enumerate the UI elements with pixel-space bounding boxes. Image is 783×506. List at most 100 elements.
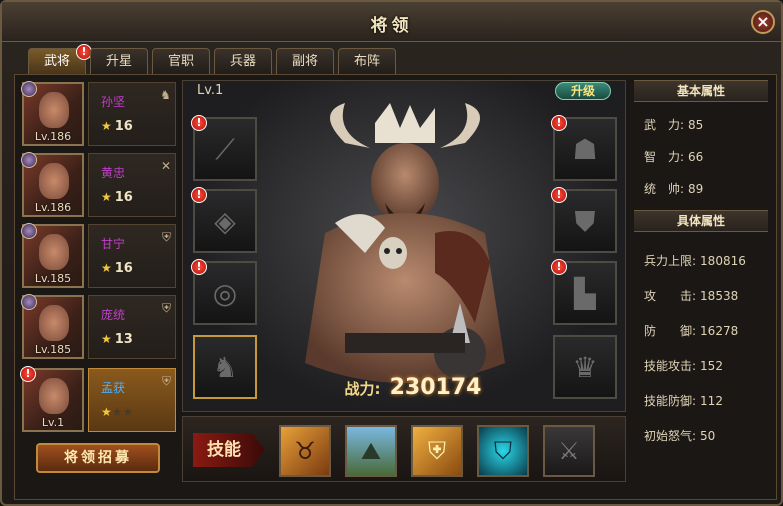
general-item[interactable]: Lv.185 庞统 ⛨ ★ 13: [20, 294, 178, 361]
stat-row: 智 力: 66: [644, 148, 703, 165]
star-count: ★ 16: [101, 261, 133, 276]
tablet-icon: ◈: [214, 205, 236, 238]
general-portrait: ! Lv.1: [20, 366, 84, 432]
power-value: 230174: [389, 375, 482, 400]
mount-slot[interactable]: ♞: [193, 335, 257, 399]
consort-icon: ♛: [572, 351, 598, 384]
star-value: 13: [114, 332, 133, 347]
avatar-badge-icon: [21, 223, 37, 239]
skill-slot-locked[interactable]: ⚔: [543, 425, 595, 477]
tab-bar: 武将 ! 升星 官职 兵器 副将 布阵: [28, 44, 396, 74]
general-portrait: Lv.186: [21, 152, 84, 217]
combat-power: 战力: 230174: [313, 375, 513, 409]
skill-slot[interactable]: ⛰: [345, 425, 397, 477]
general-item[interactable]: Lv.186 孙坚 ♞ ★ 16: [20, 81, 178, 148]
upgrade-button[interactable]: 升级: [555, 82, 611, 100]
tab-formation[interactable]: 布阵: [338, 48, 396, 74]
star-value: 16: [114, 261, 133, 276]
stat-value: 16278: [700, 324, 739, 338]
general-item[interactable]: Lv.186 黄忠 ✕ ★ 16: [20, 152, 178, 219]
stat-row: 攻 击: 18538: [644, 287, 738, 304]
attributes-panel: 基本属性 武 力: 85 智 力: 66 统 帅: 89 具体属性 兵力上限: 1808…: [632, 78, 772, 482]
avatar-badge-icon: [21, 294, 37, 310]
tab-deputy[interactable]: 副将: [276, 48, 334, 74]
ring-slot[interactable]: ◎ !: [191, 259, 257, 325]
skill-slot[interactable]: ⛉: [477, 425, 529, 477]
alert-icon: !: [191, 187, 207, 203]
alert-icon: !: [191, 115, 207, 131]
detail-attributes-title: 具体属性: [634, 210, 768, 232]
face-art: [39, 305, 69, 341]
boots-slot[interactable]: ▙ !: [551, 259, 617, 325]
skills-bar: 技能 ♉ ⛰ ⛨ ⛉ ⚔: [182, 416, 626, 482]
general-name: 庞统: [101, 308, 126, 322]
horse-mount-icon: ♞: [212, 351, 238, 384]
general-info-card: 黄忠 ✕ ★ 16: [88, 153, 176, 217]
general-portrait: Lv.185: [21, 223, 84, 288]
golden-shield-icon: ⛨: [428, 437, 446, 465]
stat-label: 兵力上限:: [644, 254, 697, 268]
general-name: 孙坚: [101, 95, 126, 109]
empty-star-icon: ★: [122, 405, 134, 419]
face-art: [39, 92, 69, 128]
armor-icon: ⛊: [574, 205, 596, 238]
stat-value: 66: [688, 150, 704, 164]
stat-label: 智 力:: [644, 150, 685, 164]
alert-icon: !: [551, 115, 567, 131]
hero-level: Lv.1: [197, 83, 224, 98]
tab-label: 副将: [291, 54, 318, 69]
star-count: ★ 16: [101, 190, 133, 205]
stat-value: 112: [700, 394, 723, 408]
armor-slot[interactable]: ⛊ !: [551, 187, 617, 253]
tab-label: 兵器: [229, 54, 256, 69]
stat-row: 防 御: 16278: [644, 322, 738, 339]
stat-value: 89: [688, 182, 704, 196]
close-icon: ×: [756, 12, 770, 31]
alert-icon: !: [551, 259, 567, 275]
star-icon: ★: [101, 332, 112, 346]
helmet-slot[interactable]: ☗ !: [551, 115, 617, 181]
stat-label: 攻 击:: [644, 289, 697, 303]
general-item-selected[interactable]: ! Lv.1 孟获 ⛨ ★★★: [20, 366, 178, 434]
shield-icon: ⛨: [161, 301, 171, 315]
general-level: Lv.1: [41, 416, 65, 429]
stat-label: 统 帅:: [644, 182, 685, 196]
general-name: 黄忠: [101, 166, 126, 180]
hero-panel: Lv.1 升级 ⟋ ! ◈ ! ◎ ! ♞ ☗ ! ⛊ ! ▙ ! ♛ 战力: …: [182, 80, 626, 412]
power-label: 战力:: [344, 380, 381, 398]
general-item[interactable]: Lv.185 甘宁 ⛨ ★ 16: [20, 223, 178, 290]
stat-value: 50: [700, 429, 716, 443]
general-portrait: Lv.186: [21, 81, 84, 146]
stat-row: 统 帅: 89: [644, 180, 703, 197]
star-count: ★ 13: [101, 332, 133, 347]
general-level: Lv.186: [34, 201, 72, 214]
stat-value: 152: [700, 359, 723, 373]
star-count: ★ 16: [101, 119, 133, 134]
avatar-badge-icon: [21, 152, 37, 168]
general-level: Lv.185: [34, 343, 72, 356]
tab-star-up[interactable]: 升星: [90, 48, 148, 74]
stat-value: 180816: [700, 254, 746, 268]
alert-icon: !: [191, 259, 207, 275]
general-name: 甘宁: [101, 237, 126, 251]
star-icon: ★: [101, 119, 112, 133]
stat-label: 防 御:: [644, 324, 697, 338]
tab-generals[interactable]: 武将 !: [28, 44, 92, 74]
weapon-slot[interactable]: ⟋ !: [191, 115, 257, 181]
face-art: [39, 163, 69, 199]
skill-slot[interactable]: ⛨: [411, 425, 463, 477]
skill-slot[interactable]: ♉: [279, 425, 331, 477]
tab-official-rank[interactable]: 官职: [152, 48, 210, 74]
skills-label: 技能: [193, 433, 265, 467]
general-portrait: Lv.185: [21, 294, 84, 359]
accessory-slot[interactable]: ◈ !: [191, 187, 257, 253]
stat-label: 技能攻击:: [644, 359, 697, 373]
generals-window: 将领 × 武将 ! 升星 官职 兵器 副将 布阵 Lv.186 孙坚 ♞ ★ 16: [0, 0, 783, 506]
consort-slot[interactable]: ♛: [553, 335, 617, 399]
recruit-generals-button[interactable]: 将领招募: [36, 443, 160, 473]
tab-weapons[interactable]: 兵器: [214, 48, 272, 74]
close-button[interactable]: ×: [751, 10, 775, 34]
tab-label: 布阵: [353, 54, 380, 69]
tab-label: 武将: [43, 54, 70, 69]
beast-charge-icon: ♉: [294, 437, 316, 465]
